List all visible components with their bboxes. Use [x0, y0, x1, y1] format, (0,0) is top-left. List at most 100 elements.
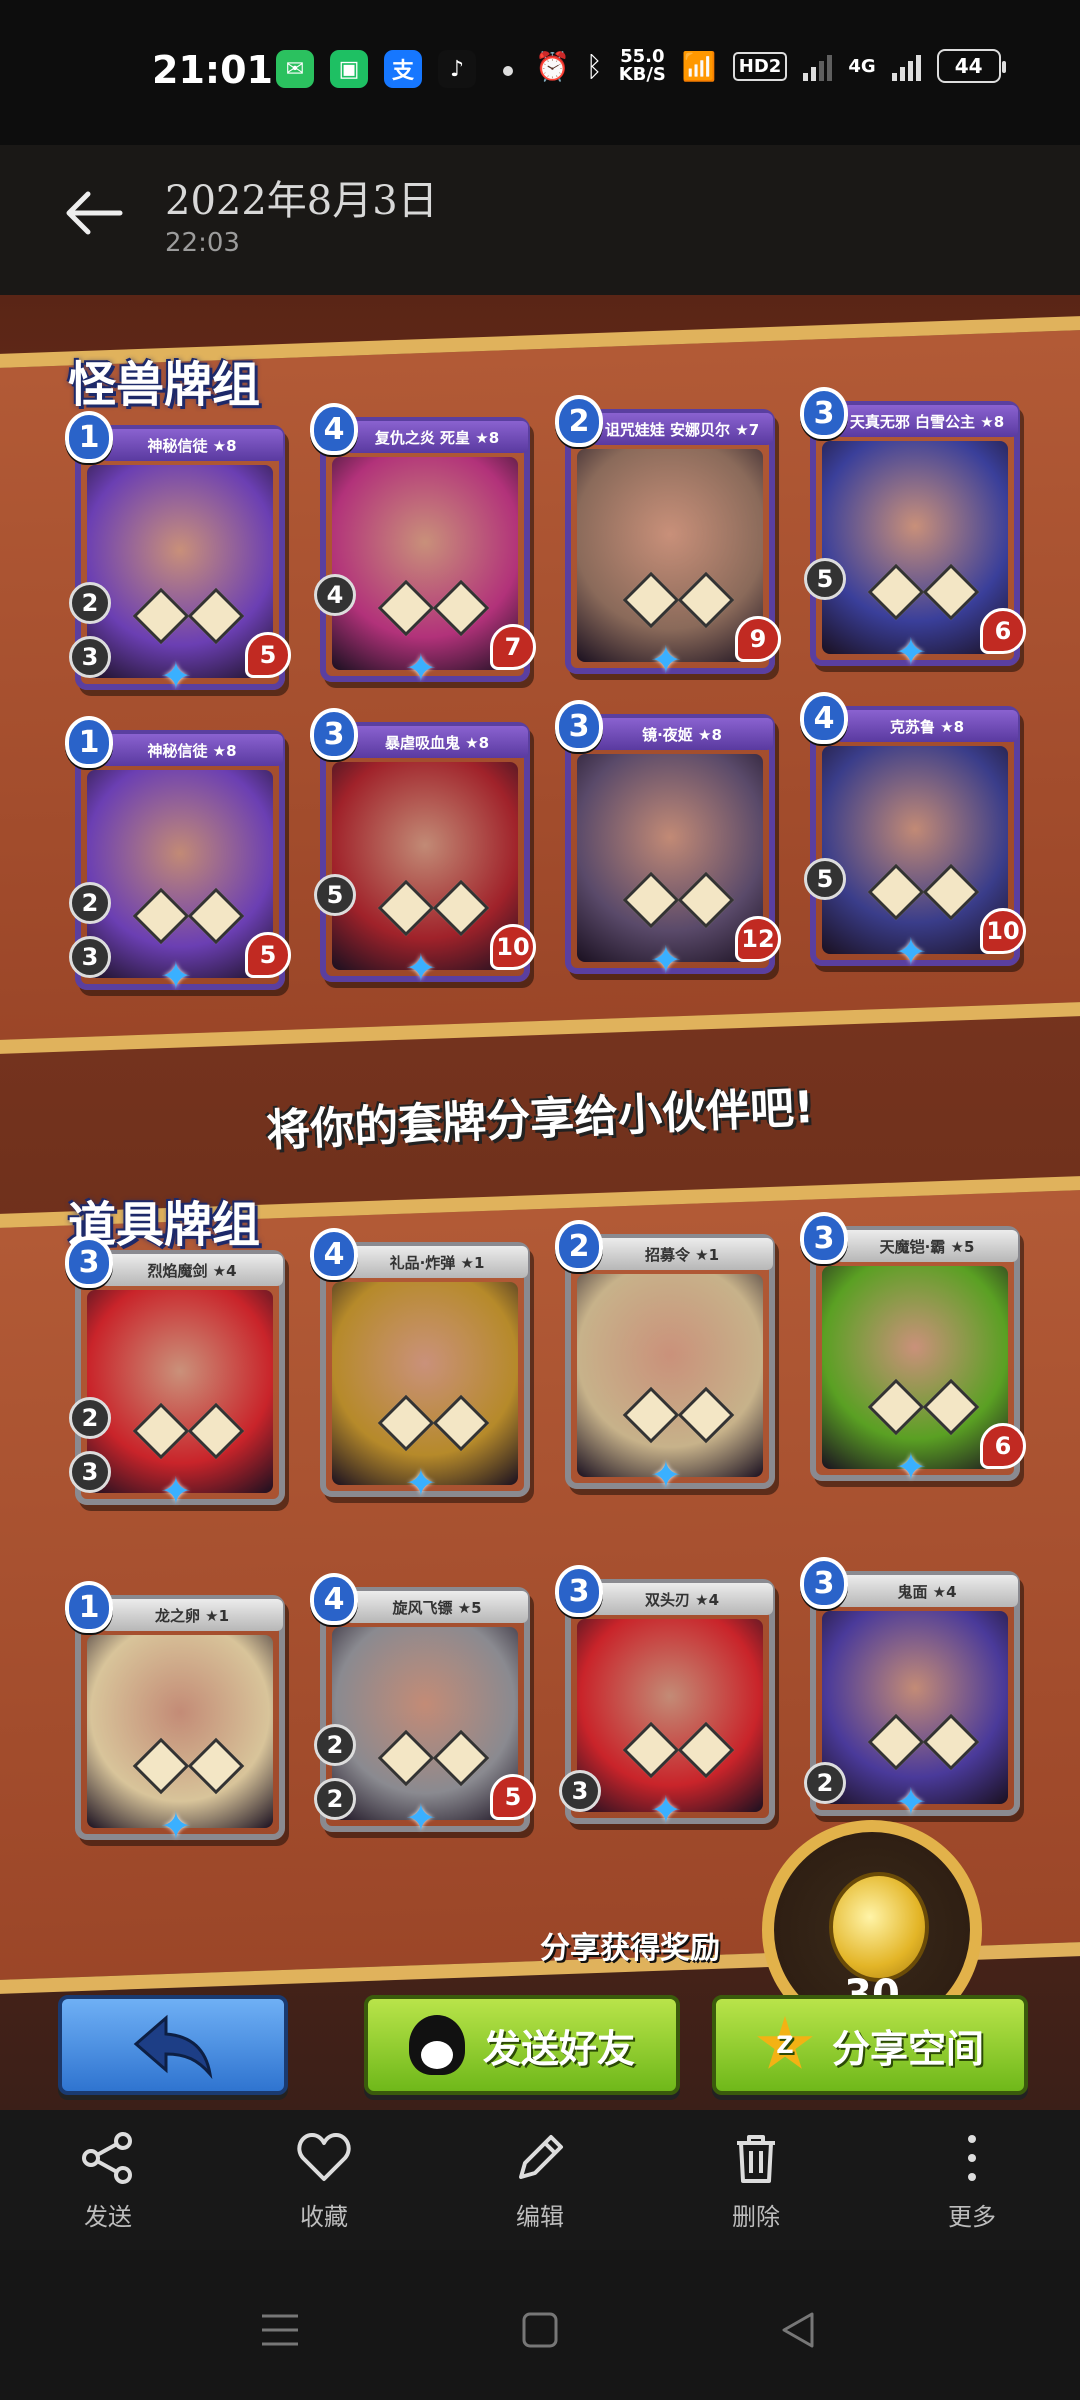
status-bar: 21:01 ✉ ▣ 支 ♪ ⏰ ᛒ 55.0 KB/S 📶 HD2 4G 44 [0, 0, 1080, 145]
card-health-badge: 9 [735, 616, 781, 662]
monster-card[interactable]: 天真无邪 白雪公主 ★8 3 ✦ 5 6 [800, 387, 1026, 674]
card-speed-badge: 2 [314, 1778, 356, 1820]
card-cost: 1 [65, 716, 113, 768]
reward-label: 分享获得奖励 [540, 1931, 720, 1966]
home-nav-icon[interactable] [518, 2308, 562, 2352]
card-cost: 3 [800, 387, 848, 439]
menu-nav-icon[interactable] [258, 2308, 302, 2352]
card-health-badge: 5 [490, 1774, 536, 1820]
card-cost: 2 [555, 1220, 603, 1272]
monster-card[interactable]: 诅咒娃娃 安娜贝尔 ★7 2 ✦ 9 [555, 395, 781, 682]
battery-icon: 44 [936, 49, 1006, 83]
card-name: 旋风飞镖 ★5 [346, 1591, 528, 1623]
monster-card[interactable]: 镜·夜姬 ★8 3 ✦ 12 [555, 700, 781, 982]
card-cost: 1 [65, 411, 113, 463]
card-name: 招募令 ★1 [591, 1238, 773, 1270]
card-health-badge: 10 [980, 908, 1026, 954]
monster-card[interactable]: 神秘信徒 ★8 1 ✦ 2 3 5 [65, 716, 291, 998]
card-art [822, 1611, 1008, 1804]
card-speed-badge: 3 [69, 936, 111, 978]
card-health-badge: 10 [490, 924, 536, 970]
trash-icon [737, 2134, 775, 2183]
alipay-icon: 支 [384, 50, 422, 88]
card-name: 烈焰魔剑 ★4 [101, 1254, 283, 1286]
back-arrow-icon[interactable] [64, 188, 124, 238]
item-card[interactable]: 龙之卵 ★1 1 ✦ [65, 1581, 285, 1848]
gold-coin-icon [829, 1872, 929, 1982]
star-rank-icon: ✦ [895, 1780, 927, 1824]
card-art [332, 1282, 518, 1485]
star-rank-icon: ✦ [405, 1796, 437, 1840]
card-art [577, 754, 763, 962]
card-attack-badge: 5 [314, 874, 356, 916]
item-card[interactable]: 鬼面 ★4 3 ✦ 2 [800, 1557, 1020, 1824]
favorite-action-button[interactable]: 收藏 [259, 2129, 389, 2232]
card-name: 神秘信徒 ★8 [101, 734, 283, 766]
edit-action-button[interactable]: 编辑 [475, 2129, 605, 2232]
viewer-header [0, 145, 1080, 295]
delete-action-button[interactable]: 删除 [691, 2129, 821, 2232]
card-attack-badge: 2 [69, 1397, 111, 1439]
item-card[interactable]: 招募令 ★1 2 ✦ [555, 1220, 775, 1497]
star-rank-icon: ✦ [160, 954, 192, 998]
card-cost: 4 [800, 692, 848, 744]
card-art [87, 770, 273, 978]
star-rank-icon: ✦ [650, 1788, 682, 1832]
card-attack-badge: 4 [314, 574, 356, 616]
signal-icon-2 [891, 51, 921, 81]
send-friend-button[interactable]: 发送好友 [364, 1995, 680, 2095]
card-speed-badge: 3 [69, 1451, 111, 1493]
send-action-button[interactable]: 发送 [43, 2129, 173, 2232]
card-name: 神秘信徒 ★8 [101, 429, 283, 461]
card-cost: 3 [65, 1236, 113, 1288]
share-icon [82, 2131, 132, 2184]
monster-card[interactable]: 克苏鲁 ★8 4 ✦ 5 10 [800, 692, 1026, 974]
photo-action-bar: 发送 收藏 编辑 删除 更多 [0, 2110, 1080, 2250]
card-cost: 3 [555, 1565, 603, 1617]
card-name: 复仇之炎 死皇 ★8 [346, 421, 528, 453]
tiktok-icon: ♪ [438, 50, 476, 88]
qq-icon [408, 2015, 465, 2075]
card-cost: 4 [310, 1573, 358, 1625]
monster-card[interactable]: 复仇之炎 死皇 ★8 4 ✦ 4 7 [310, 403, 536, 690]
card-health-badge: 12 [735, 916, 781, 962]
share-zone-button[interactable]: Z 分享空间 [712, 1995, 1028, 2095]
card-cost: 3 [555, 700, 603, 752]
card-cost: 3 [800, 1212, 848, 1264]
item-card[interactable]: 旋风飞镖 ★5 4 ✦ 2 2 5 [310, 1573, 536, 1840]
card-speed-badge: 3 [69, 636, 111, 678]
item-card[interactable]: 烈焰魔剑 ★4 3 ✦ 2 3 [65, 1236, 285, 1513]
item-card[interactable]: 天魔铠·霸 ★5 3 ✦ 6 [800, 1212, 1026, 1489]
photo-time: 22:03 [165, 228, 240, 258]
card-attack-badge: 2 [69, 882, 111, 924]
more-action-button[interactable]: 更多 [907, 2129, 1037, 2232]
back-nav-icon[interactable] [776, 2308, 820, 2352]
star-rank-icon: ✦ [895, 630, 927, 674]
monster-card[interactable]: 神秘信徒 ★8 1 ✦ 2 3 5 [65, 411, 291, 698]
star-rank-icon: ✦ [160, 1469, 192, 1513]
card-name: 礼品·炸弹 ★1 [346, 1246, 528, 1278]
card-art [87, 1290, 273, 1493]
star-rank-icon: ✦ [160, 1804, 192, 1848]
wechat-icon: ✉ [276, 50, 314, 88]
card-name: 天真无邪 白雪公主 ★8 [836, 405, 1018, 437]
item-card[interactable]: 双头刃 ★4 3 ✦ 3 [555, 1565, 775, 1832]
card-cost: 3 [310, 708, 358, 760]
card-speed-badge: 3 [559, 1770, 601, 1812]
monster-card[interactable]: 暴虐吸血鬼 ★8 3 ✦ 5 10 [310, 708, 536, 990]
photo-content[interactable]: 怪兽牌组 道具牌组 将你的套牌分享给小伙伴吧! 神秘信徒 ★8 1 ✦ 2 3 5 复仇之炎… [0, 295, 1080, 2110]
card-attack-badge: 2 [314, 1724, 356, 1766]
network-speed: 55.0 KB/S [618, 46, 666, 85]
star-rank-icon: ✦ [895, 930, 927, 974]
network-type: 4G [848, 55, 876, 77]
item-card[interactable]: 礼品·炸弹 ★1 4 ✦ [310, 1228, 530, 1505]
heart-icon [297, 2132, 351, 2181]
game-back-button[interactable] [58, 1995, 288, 2095]
more-notifications-dot [503, 66, 513, 76]
star-rank-icon: ✦ [160, 654, 192, 698]
pencil-icon [519, 2134, 563, 2179]
card-art [822, 441, 1008, 654]
card-health-badge: 7 [490, 624, 536, 670]
card-cost: 4 [310, 1228, 358, 1280]
card-health-badge: 5 [245, 632, 291, 678]
